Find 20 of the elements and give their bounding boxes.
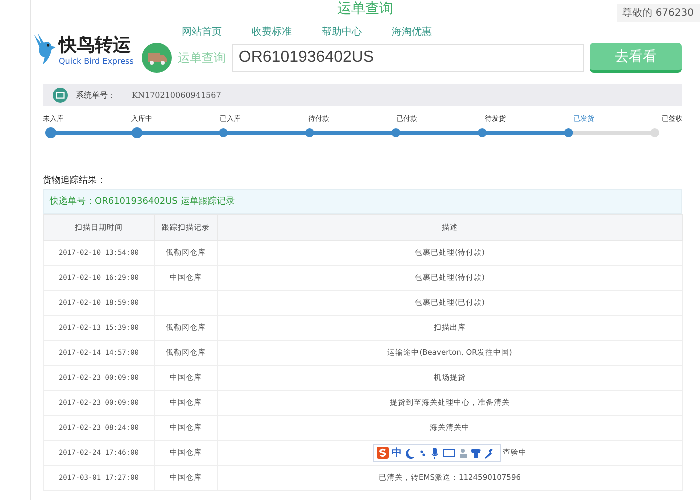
page-title: 运单查询 [338,0,394,18]
truck-icon [142,43,172,73]
logo-subtitle: Quick Bird Express [59,56,134,66]
search-button[interactable]: 去看看 [590,43,682,73]
nav-link[interactable]: 网站首页 [182,25,222,39]
greeting-text: 尊敬的 676230 [616,4,700,22]
result-title: 货物追踪结果： [43,174,107,187]
search-label: 运单查询 [178,50,226,66]
tracking-number-field[interactable]: OR6101936402US [232,44,584,72]
system-number-label: 系统单号： [76,90,116,100]
nav-link[interactable]: 收费标准 [252,25,292,39]
nav-link[interactable]: 海淘优惠 [392,25,432,39]
input-mode-label[interactable]: 中 [392,446,402,460]
input-method-toolbar[interactable]: 中 [373,444,501,462]
tracking-header: 快递单号：OR6101936402US 运单跟踪记录 [43,189,682,214]
nav-link[interactable]: 帮助中心 [322,25,362,39]
system-number-value: KN170210060941567 [132,90,222,100]
box-icon [53,88,68,102]
logo-name: 快鸟转运 [59,34,132,56]
input-method-logo-icon [377,447,389,459]
